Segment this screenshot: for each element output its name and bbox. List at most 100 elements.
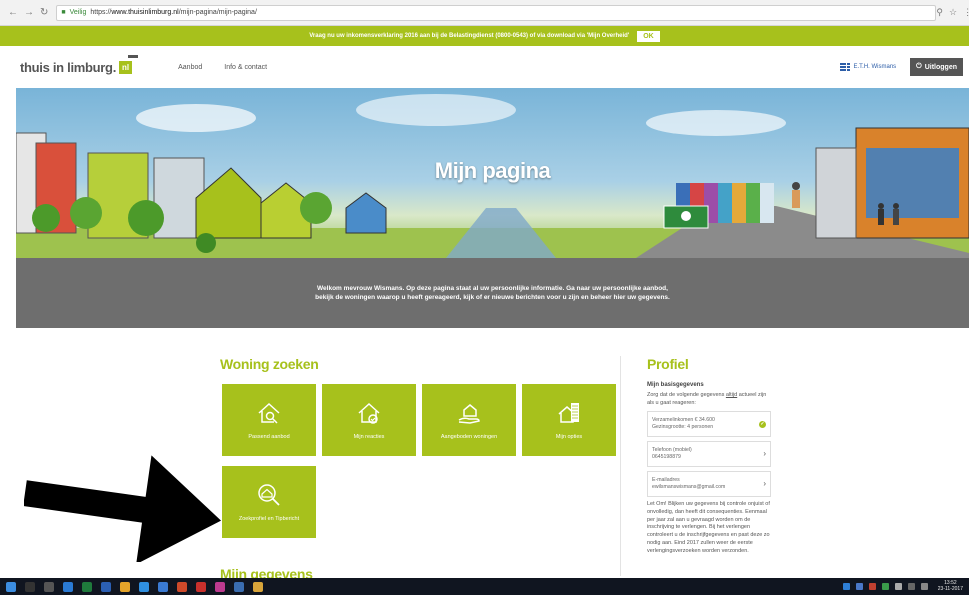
logout-label: Uitloggen xyxy=(924,63,957,71)
notice-bar: Vraag nu uw inkomensverklaring 2016 aan … xyxy=(0,26,969,46)
paint-icon[interactable] xyxy=(253,581,263,592)
card-line1: Telefoon (mobiel) xyxy=(652,447,692,454)
tile-zoekprofiel-tipbericht[interactable]: Zoekprofiel en Tipbericht xyxy=(222,466,316,538)
site-logo[interactable]: thuis in limburg. nl xyxy=(20,54,139,75)
edge-icon[interactable] xyxy=(139,581,149,592)
logout-button[interactable]: ⏻ Uitloggen xyxy=(910,58,963,76)
welcome-text: Welkom mevrouw Wismans. Op deze pagina s… xyxy=(315,284,670,301)
hero-banner: Mijn pagina xyxy=(16,88,969,258)
tray-app-icon[interactable] xyxy=(894,583,902,590)
acrobat-icon[interactable] xyxy=(196,581,206,592)
profile-panel: Profiel Mijn basisgegevens Zorg dat de v… xyxy=(620,356,780,576)
user-account-link[interactable]: E.T.H. Wismans xyxy=(839,62,897,72)
house-search-icon xyxy=(258,402,280,424)
system-tray: 13:52 23-11-2017 xyxy=(842,580,963,592)
profile-card-email[interactable]: E-mailadres ewilsmanswismans@gmail.com › xyxy=(647,471,771,498)
excel-icon[interactable] xyxy=(82,581,92,592)
os-taskbar: 13:52 23-11-2017 xyxy=(0,578,969,595)
tile-label: Aangeboden woningen xyxy=(440,434,498,440)
tile-mijn-opties[interactable]: Mijn opties xyxy=(522,384,616,456)
page: ← → ↻ ■ Veilig https://www.thuisinlimbur… xyxy=(0,0,969,595)
url-prefix: https:// xyxy=(90,9,112,16)
user-name: E.T.H. Wismans xyxy=(853,64,897,70)
browser-toolbar: ← → ↻ ■ Veilig https://www.thuisinlimbur… xyxy=(0,0,969,26)
house-offer-icon xyxy=(458,404,480,424)
volume-icon[interactable] xyxy=(920,583,928,590)
house-check-icon xyxy=(358,402,380,424)
power-icon: ⏻ xyxy=(916,63,922,70)
forward-icon[interactable]: → xyxy=(24,7,34,18)
task-view-icon[interactable] xyxy=(44,581,54,592)
profile-title: Profiel xyxy=(647,356,689,372)
logo-text: thuis in limburg. xyxy=(20,59,117,75)
tile-label: Zoekprofiel en Tipbericht xyxy=(238,516,300,522)
network-icon[interactable] xyxy=(907,583,915,590)
tray-app-icon[interactable] xyxy=(842,583,850,590)
photos-icon[interactable] xyxy=(234,581,244,592)
intro-link[interactable]: altijd xyxy=(726,392,737,398)
profile-intro: Zorg dat de volgende gegevens altijd act… xyxy=(647,392,771,407)
onenote-icon[interactable] xyxy=(215,581,225,592)
outlook-icon[interactable] xyxy=(63,581,73,592)
back-icon[interactable]: ← xyxy=(8,7,18,18)
profile-subtitle: Mijn basisgegevens xyxy=(647,382,704,388)
card-text: E-mailadres ewilsmanswismans@gmail.com xyxy=(652,477,725,491)
tray-app-icon[interactable] xyxy=(855,583,863,590)
profile-card-phone[interactable]: Telefoon (mobiel) 0645198879 › xyxy=(647,441,771,468)
card-line2: 0645198879 xyxy=(652,454,681,461)
annotation-arrow-icon xyxy=(24,455,222,562)
tile-label: Mijn reacties xyxy=(353,434,385,440)
grid-icon xyxy=(839,62,850,72)
building-icon xyxy=(558,403,579,423)
tile-passend-aanbod[interactable]: Passend aanbod xyxy=(222,384,316,456)
address-bar[interactable]: ■ Veilig https://www.thuisinlimburg.nl/m… xyxy=(56,4,937,21)
card-line1: Verzamelinkomen € 34.600 xyxy=(652,417,715,424)
url-path: /mijn-pagina/mijn-pagina/ xyxy=(178,9,257,16)
browser-actions: ⚲ ☆ ⋮ xyxy=(936,7,969,18)
browser-nav: ← → ↻ xyxy=(8,7,48,18)
profile-card-income[interactable]: Verzamelinkomen € 34.600 Gezinsgrootte: 4… xyxy=(647,411,771,438)
windows-start-icon[interactable] xyxy=(6,581,16,592)
main-nav: Aanbod Info & contact xyxy=(178,64,267,71)
reload-icon[interactable]: ↻ xyxy=(40,7,48,18)
logo-badge: nl xyxy=(119,54,139,74)
hero-title: Mijn pagina xyxy=(434,158,551,183)
chevron-right-icon: › xyxy=(763,478,766,488)
secure-label: Veilig xyxy=(69,9,87,16)
search-icon[interactable] xyxy=(25,581,35,592)
tile-label: Mijn opties xyxy=(555,434,583,440)
menu-icon[interactable]: ⋮ xyxy=(963,7,969,18)
notice-ok-button[interactable]: OK xyxy=(637,30,660,42)
site-header: thuis in limburg. nl Aanbod Info & conta… xyxy=(0,46,969,88)
card-line2: ewilsmanswismans@gmail.com xyxy=(652,484,726,491)
card-line2: Gezinsgrootte: 4 personen xyxy=(652,424,714,431)
taskbar-clock[interactable]: 13:52 23-11-2017 xyxy=(938,580,963,592)
word-icon[interactable] xyxy=(101,581,111,592)
chevron-right-icon: › xyxy=(763,448,766,458)
bookmark-star-icon[interactable]: ☆ xyxy=(949,7,957,18)
tray-app-icon[interactable] xyxy=(868,583,876,590)
nav-item-aanbod[interactable]: Aanbod xyxy=(178,64,202,71)
url-text: https://www.thuisinlimburg.nl/mijn-pagin… xyxy=(90,9,257,16)
store-icon[interactable] xyxy=(158,581,168,592)
tile-aangeboden-woningen[interactable]: Aangeboden woningen xyxy=(422,384,516,456)
tile-label: Passend aanbod xyxy=(248,434,290,440)
tray-app-icon[interactable] xyxy=(881,583,889,590)
card-text: Verzamelinkomen € 34.600 Gezinsgrootte: 4… xyxy=(652,417,715,431)
nav-item-info-contact[interactable]: Info & contact xyxy=(224,64,267,71)
powerpoint-icon[interactable] xyxy=(177,581,187,592)
card-line1: E-mailadres xyxy=(652,477,680,484)
card-text: Telefoon (mobiel) 0645198879 xyxy=(652,447,692,461)
zoom-icon[interactable]: ⚲ xyxy=(936,7,943,18)
url-host: www.thuisinlimburg.nl xyxy=(111,9,179,16)
profile-note: Let Om! Blijken uw gegevens bij controle… xyxy=(647,501,770,554)
chrome-icon[interactable] xyxy=(120,581,130,592)
tile-mijn-reacties[interactable]: Mijn reacties xyxy=(322,384,416,456)
welcome-band: Welkom mevrouw Wismans. Op deze pagina s… xyxy=(16,258,969,328)
check-icon: ✓ xyxy=(759,420,766,428)
search-profile-icon xyxy=(258,484,280,506)
notice-text: Vraag nu uw inkomensverklaring 2016 aan … xyxy=(309,33,630,39)
woning-zoeken-title: Woning zoeken xyxy=(220,356,319,372)
lock-icon: ■ xyxy=(61,9,66,16)
intro-text-a: Zorg dat de volgende gegevens xyxy=(647,392,726,398)
